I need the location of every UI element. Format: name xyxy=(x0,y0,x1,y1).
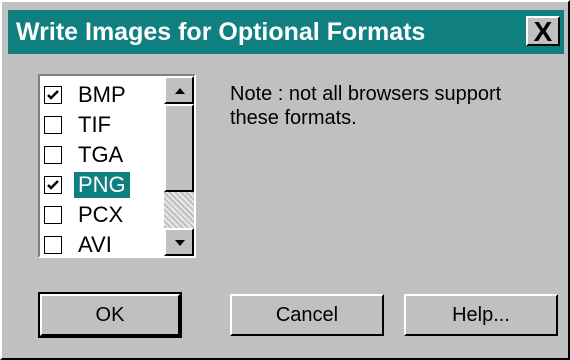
ok-button[interactable]: OK xyxy=(38,292,182,338)
scroll-up-button[interactable] xyxy=(164,76,194,104)
list-item-avi[interactable]: AVI xyxy=(40,230,164,256)
arrow-up-icon xyxy=(175,88,185,94)
dialog-window: Write Images for Optional Formats X BMP … xyxy=(0,0,570,360)
list-item-png[interactable]: PNG xyxy=(40,170,164,200)
pcx-checkbox[interactable] xyxy=(44,206,62,224)
tif-checkbox[interactable] xyxy=(44,116,62,134)
formats-listbox[interactable]: BMP TIF TGA PNG PCX AVI xyxy=(38,74,196,258)
list-item-label: PCX xyxy=(78,202,124,227)
list-item-tif[interactable]: TIF xyxy=(40,110,164,140)
cancel-button[interactable]: Cancel xyxy=(230,294,384,336)
list-item-pcx[interactable]: PCX xyxy=(40,200,164,230)
avi-checkbox[interactable] xyxy=(44,236,62,254)
png-checkbox[interactable] xyxy=(44,176,62,194)
close-button[interactable]: X xyxy=(526,16,560,47)
title-bar[interactable]: Write Images for Optional Formats X xyxy=(8,10,564,54)
list-item-label: TIF xyxy=(78,112,111,137)
formats-list: BMP TIF TGA PNG PCX AVI xyxy=(40,76,164,256)
checkmark-icon xyxy=(47,180,59,190)
list-item-tga[interactable]: TGA xyxy=(40,140,164,170)
bmp-checkbox[interactable] xyxy=(44,86,62,104)
list-item-label: PNG xyxy=(74,172,130,198)
list-item-label: BMP xyxy=(78,82,126,107)
help-button[interactable]: Help... xyxy=(404,294,558,336)
arrow-down-icon xyxy=(175,240,185,246)
window-title: Write Images for Optional Formats xyxy=(16,18,426,46)
list-item-bmp[interactable]: BMP xyxy=(40,80,164,110)
scroll-down-button[interactable] xyxy=(164,228,194,256)
checkmark-icon xyxy=(47,90,59,100)
vertical-scrollbar[interactable] xyxy=(164,76,194,256)
list-item-label: TGA xyxy=(78,142,124,167)
close-icon: X xyxy=(533,16,553,47)
scroll-thumb[interactable] xyxy=(164,104,194,192)
note-text: Note : not all browsers support these fo… xyxy=(230,83,502,129)
tga-checkbox[interactable] xyxy=(44,146,62,164)
list-item-label: AVI xyxy=(78,232,112,256)
